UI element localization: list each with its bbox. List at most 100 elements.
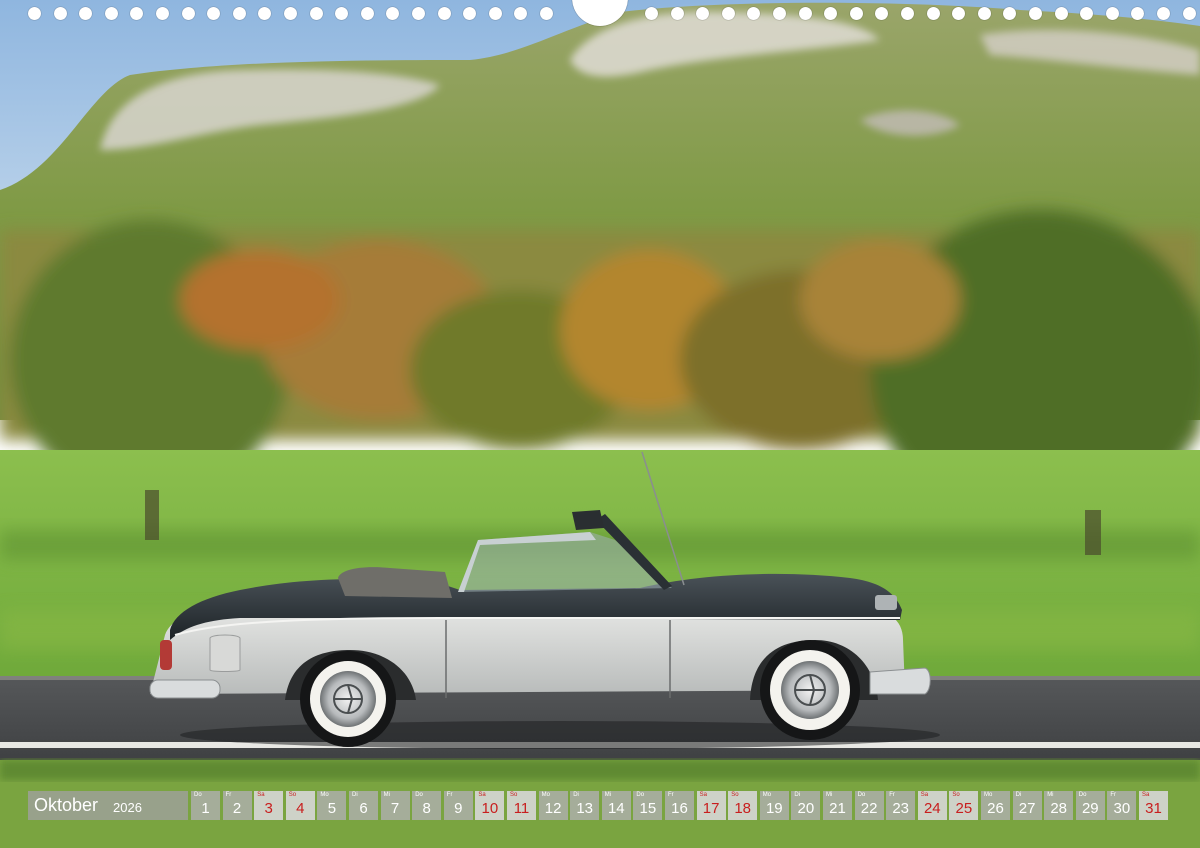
binding-hole <box>28 7 41 20</box>
day-number: 6 <box>359 800 368 817</box>
day-cell: Do 22 <box>854 791 884 820</box>
weekday-label: Fr <box>889 792 895 798</box>
weekday-label: Mo <box>541 792 550 798</box>
binding-hole <box>696 7 710 20</box>
day-cell: Mi 28 <box>1044 791 1074 820</box>
weekday-label: So <box>288 792 297 798</box>
month-label-box: Oktober 2026 <box>28 791 188 820</box>
month-year: 2026 <box>113 800 142 815</box>
day-number: 22 <box>860 800 878 817</box>
day-number: 13 <box>576 800 594 817</box>
binding-hole <box>849 7 863 20</box>
day-cell: Mi 14 <box>601 791 631 820</box>
binding-hole <box>181 7 195 20</box>
binding-hole <box>463 7 477 20</box>
weekday-label: Fr <box>668 792 674 798</box>
day-number: 3 <box>264 800 273 817</box>
binding-hole <box>437 7 451 20</box>
binding-hole <box>488 7 502 20</box>
day-cell: Do 1 <box>191 791 220 820</box>
binding-hole <box>360 7 374 20</box>
binding-hole <box>284 7 297 20</box>
day-number: 4 <box>296 800 305 817</box>
binding-hole <box>670 7 684 20</box>
weekday-label: Do <box>636 792 645 798</box>
weekday-label: Mi <box>383 792 390 798</box>
binding-hole <box>412 7 425 20</box>
weekday-label: Sa <box>257 792 265 798</box>
binding-hole <box>1182 7 1196 20</box>
spiral-binding <box>0 0 1200 30</box>
weekday-label: Mi <box>604 792 612 798</box>
day-number: 21 <box>829 800 846 817</box>
day-cell: Do 8 <box>412 791 442 820</box>
weekday-label: Mi <box>826 792 833 798</box>
day-cell: Di 20 <box>791 791 821 820</box>
day-number: 16 <box>671 800 688 817</box>
day-cell: Mo 19 <box>759 791 789 820</box>
day-cell: Di 27 <box>1012 791 1042 820</box>
day-cell: Do 29 <box>1075 791 1105 820</box>
weekday-label: Mo <box>984 792 993 798</box>
binding-hole <box>721 7 735 20</box>
binding-hole <box>104 7 118 20</box>
binding-hole <box>514 7 528 20</box>
weekday-label: Do <box>1078 792 1087 798</box>
day-number: 1 <box>201 800 210 817</box>
binding-hole <box>386 7 400 20</box>
day-number: 25 <box>955 800 973 817</box>
weekday-label: Fr <box>225 792 232 798</box>
day-number: 14 <box>607 800 625 817</box>
day-cell: Sa 31 <box>1139 791 1168 820</box>
day-number: 8 <box>422 800 431 817</box>
binding-hole <box>952 7 966 20</box>
weekday-label: Mo <box>762 792 772 798</box>
day-cell: So 18 <box>728 791 758 820</box>
day-cell: Do 15 <box>633 791 663 820</box>
binding-hole <box>875 7 889 20</box>
day-cell: Sa 17 <box>696 791 726 820</box>
binding-hole <box>79 7 93 20</box>
binding-hole <box>156 7 169 20</box>
weekday-label: Do <box>415 792 423 798</box>
day-number: 12 <box>544 800 562 817</box>
weekday-label: So <box>731 792 739 798</box>
day-number: 17 <box>702 800 720 817</box>
weekday-label: Sa <box>478 792 486 798</box>
day-number: 5 <box>327 800 337 817</box>
day-number: 10 <box>481 800 499 817</box>
binding-hole <box>1054 7 1068 20</box>
binding-hole <box>1157 7 1170 20</box>
day-number: 31 <box>1145 800 1162 817</box>
day-cell: Sa 24 <box>917 791 947 820</box>
weekday-label: Sa <box>699 792 707 798</box>
month-calendar-strip: Oktober 2026 Do 1 Fr 2 Sa 3 So 4 Mo 5 Di 6 Mi 7 Do 8 Fr 9… <box>28 791 1174 820</box>
day-number: 11 <box>513 800 530 817</box>
weekday-label: Fr <box>446 792 453 798</box>
day-cell: Fr 16 <box>665 791 694 820</box>
binding-hole <box>1080 7 1094 20</box>
day-number: 26 <box>987 800 1004 817</box>
binding-hole <box>130 7 144 20</box>
binding-hole <box>309 7 323 20</box>
binding-hole <box>645 7 658 20</box>
day-cell: Sa 3 <box>254 791 284 820</box>
day-cell: Mo 12 <box>538 791 568 820</box>
day-number: 15 <box>639 800 657 817</box>
day-cell: Mo 26 <box>981 791 1010 820</box>
weekday-label: Mi <box>1047 792 1054 798</box>
weekday-label: Sa <box>920 792 929 798</box>
weekday-label: Fr <box>1110 792 1117 798</box>
weekday-label: Di <box>352 792 358 798</box>
binding-hole <box>977 7 991 20</box>
day-cell: Mo 5 <box>317 791 347 820</box>
day-cell: Fr 2 <box>222 791 252 820</box>
weekday-label: Sa <box>1142 792 1150 798</box>
day-number: 23 <box>892 800 910 817</box>
day-number: 7 <box>390 800 400 817</box>
day-cell: Sa 10 <box>475 791 505 820</box>
day-cell: Di 13 <box>570 791 600 820</box>
day-cell: Di 6 <box>349 791 378 820</box>
weekday-label: So <box>510 792 518 798</box>
binding-hole <box>335 7 349 20</box>
